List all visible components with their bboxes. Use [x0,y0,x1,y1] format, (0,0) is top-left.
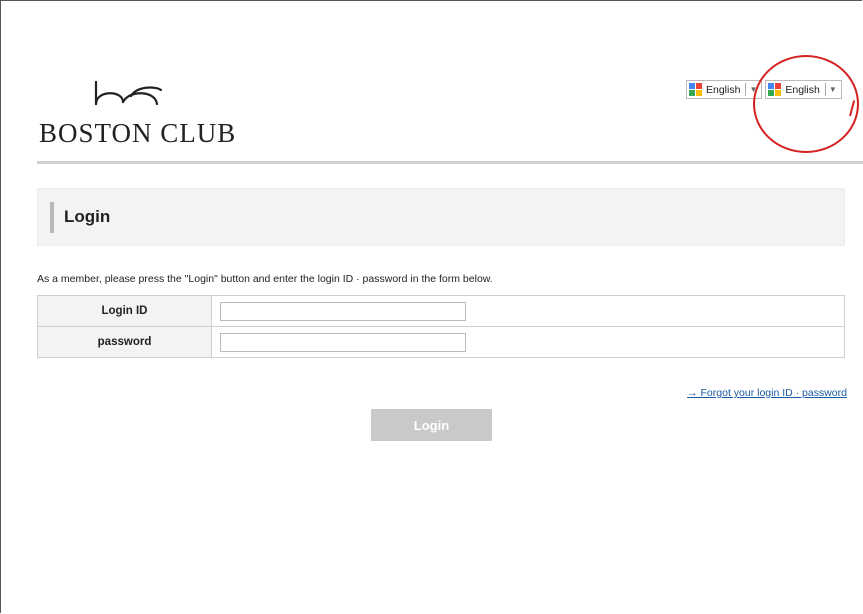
login-button[interactable]: Login [371,409,492,441]
page-title: Login [64,207,111,226]
brand-name: BOSTON CLUB [39,118,237,148]
table-row: Login ID [37,295,845,327]
password-cell [211,326,845,358]
password-input[interactable] [220,332,466,352]
login-id-cell [211,295,845,327]
password-label: password [37,326,212,358]
annotation-highlight-circle [753,55,859,153]
translate-select-1[interactable]: English ▼ [686,80,763,99]
table-row: password [37,326,845,358]
login-id-input[interactable] [220,301,466,321]
page-title-panel: Login [37,188,845,246]
login-form-table: Login ID password [37,295,845,358]
translate-language-label: English [706,83,741,96]
header-divider [37,161,863,164]
title-accent-bar [50,202,54,233]
login-instructions: As a member, please press the "Login" bu… [37,273,493,285]
brand-logo-mark [94,80,163,106]
forgot-credentials-link[interactable]: → Forgot your login ID · password [687,387,847,399]
divider [745,83,747,96]
login-id-label: Login ID [37,295,212,327]
google-translate-icon [689,83,702,96]
